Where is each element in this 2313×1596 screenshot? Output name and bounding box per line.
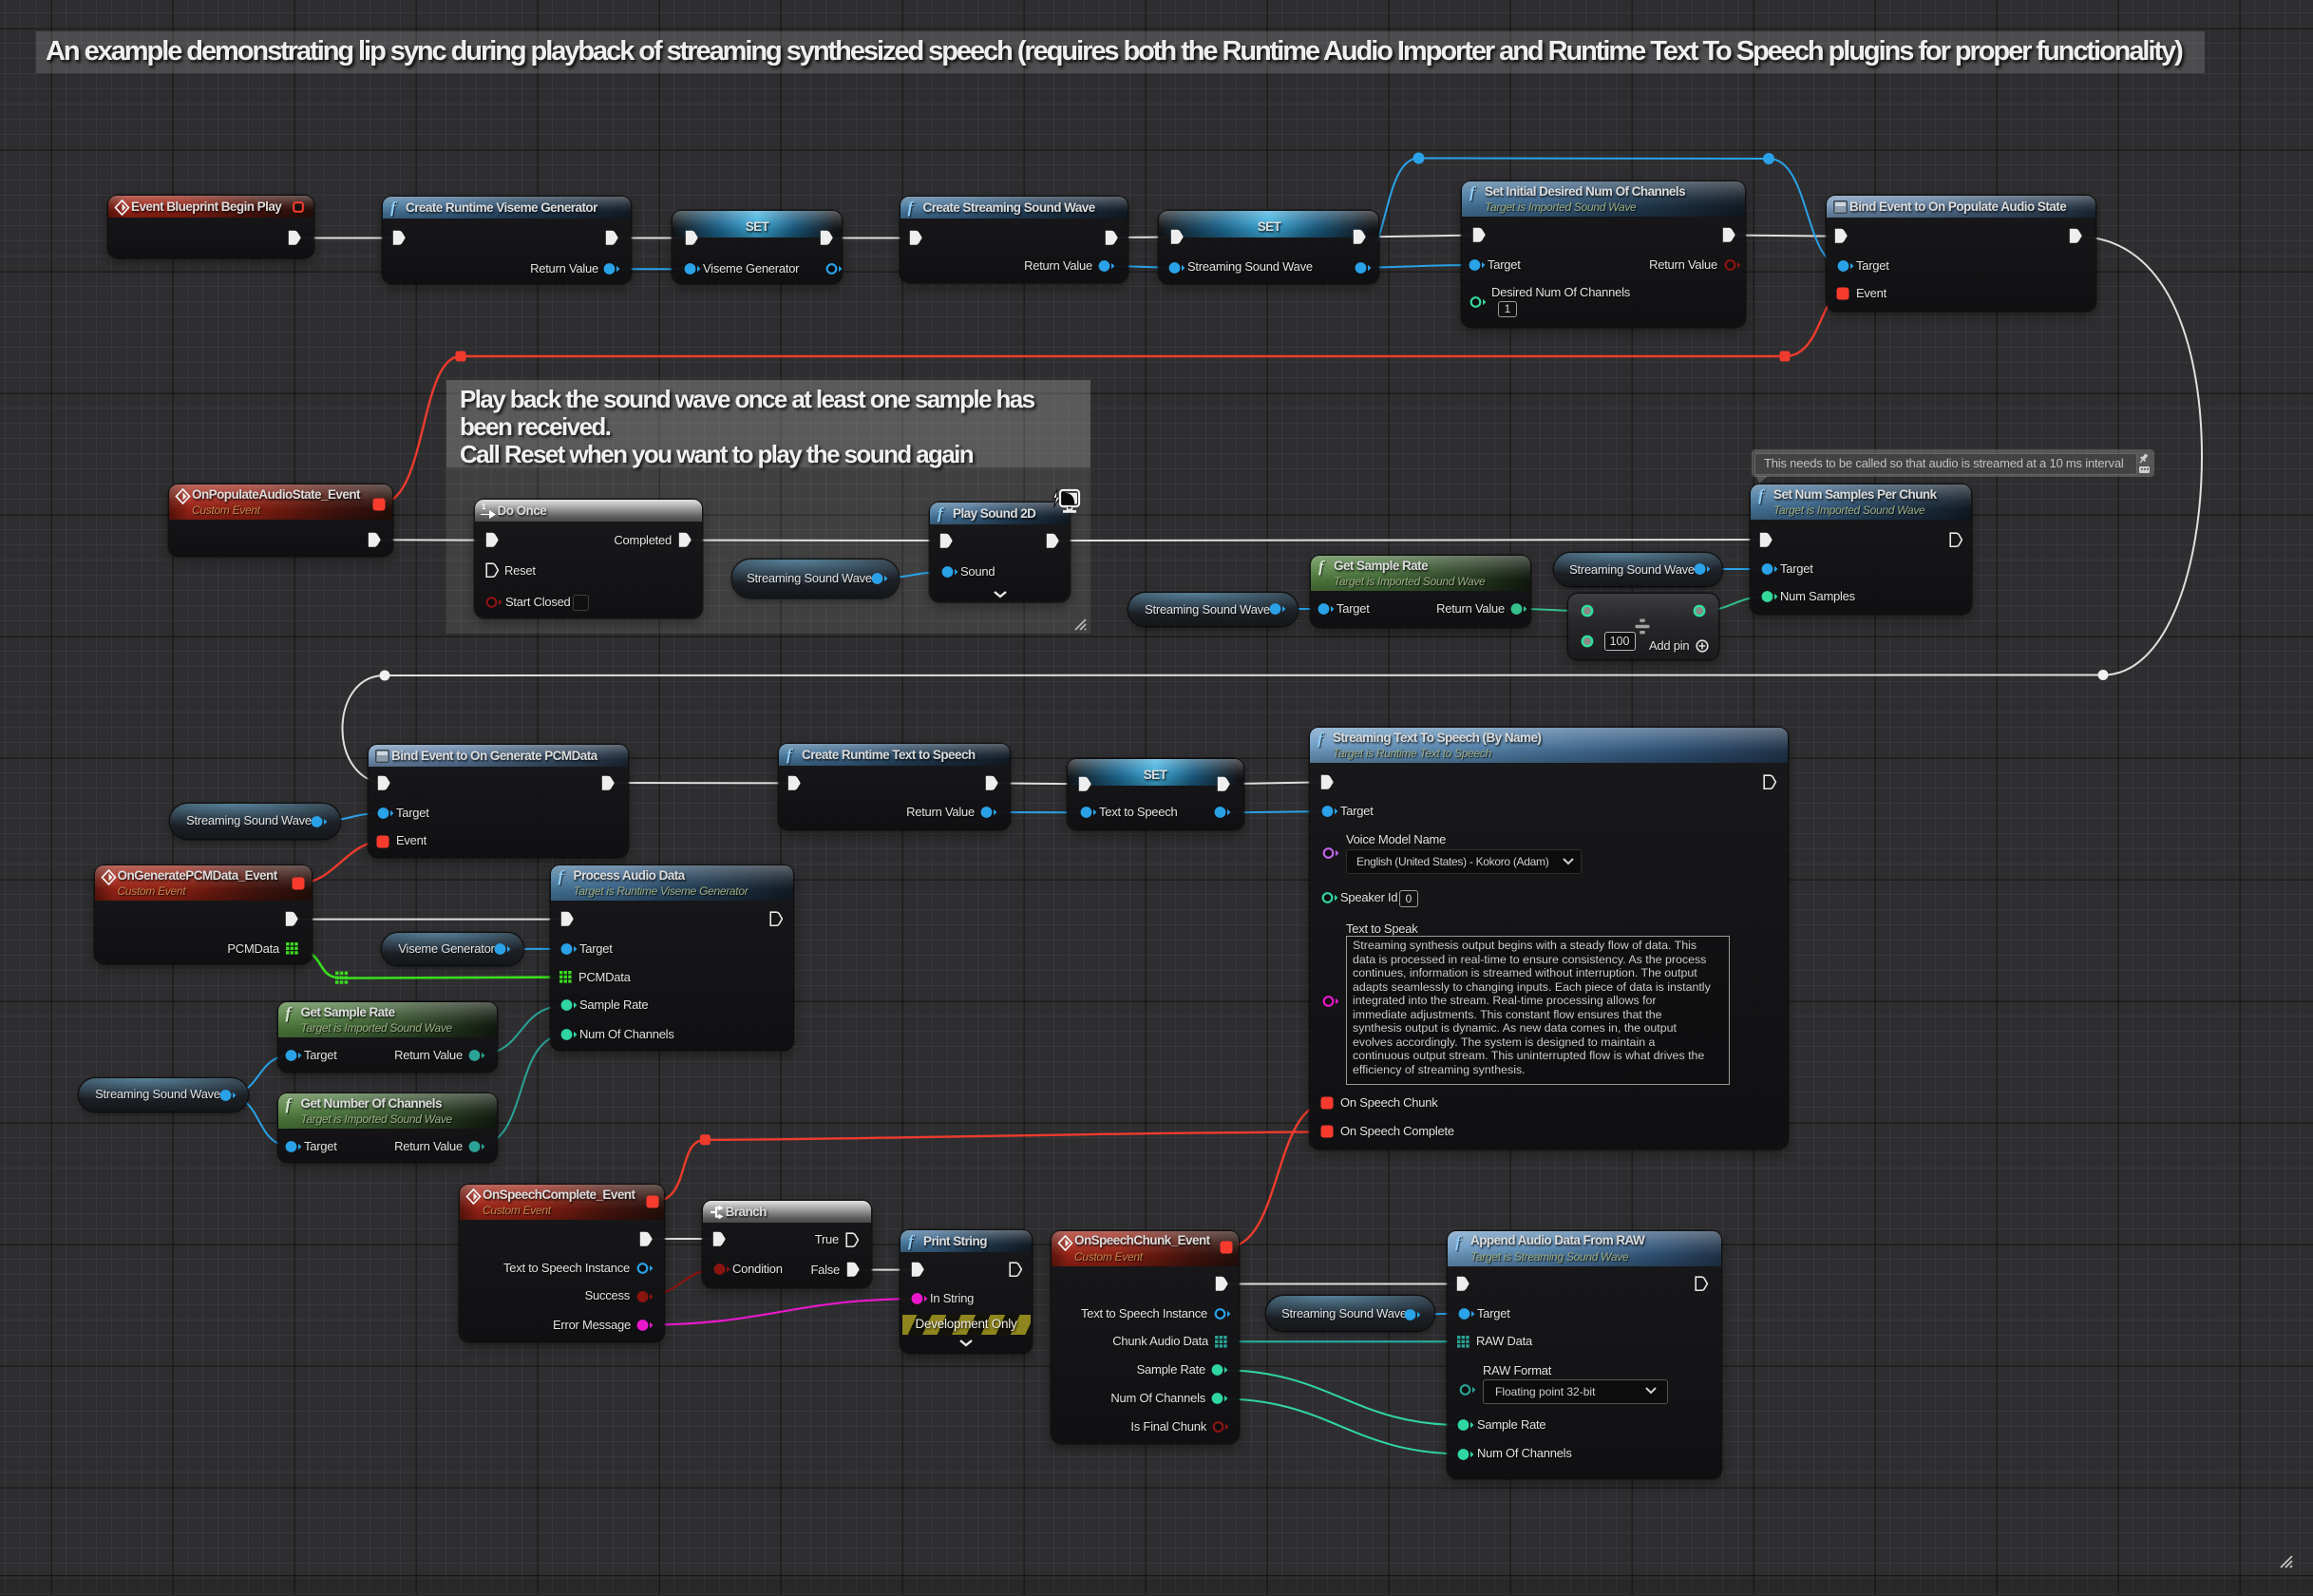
svg-text:1: 1 xyxy=(482,503,486,511)
